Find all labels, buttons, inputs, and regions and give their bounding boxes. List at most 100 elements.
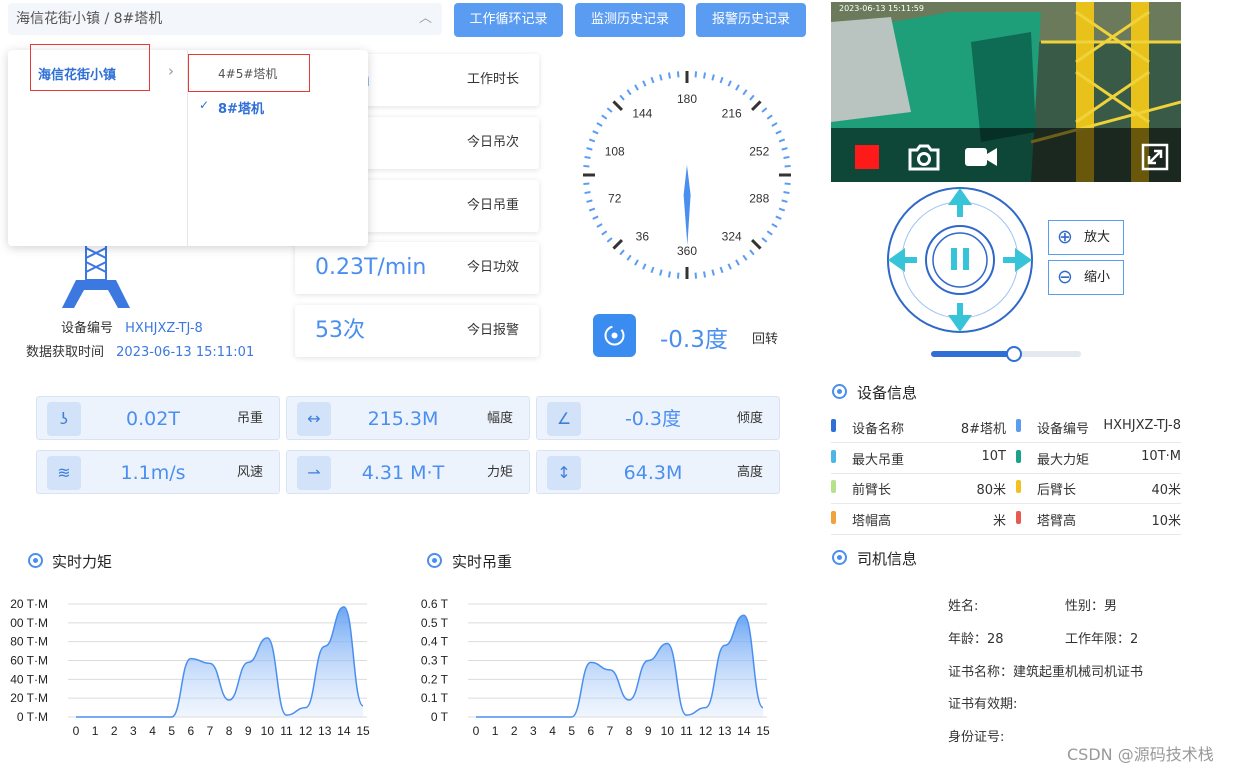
compass-tick	[703, 72, 707, 79]
x-tick-label: 15	[356, 724, 370, 738]
stat-card: ⇀ 4.31 M·T 力矩	[286, 450, 530, 494]
compass-needle	[683, 165, 691, 245]
device-info-title: 设备信息	[857, 384, 918, 402]
info-label: 塔帽高	[852, 514, 892, 529]
compass-tick	[659, 74, 663, 81]
x-tick-label: 4	[549, 724, 556, 738]
x-tick-label: 2	[511, 724, 518, 738]
compass-tick	[584, 155, 591, 159]
compass-tick	[711, 269, 715, 276]
compass-tick	[694, 272, 698, 279]
compass-tick	[606, 237, 613, 243]
compass-tick	[749, 249, 755, 256]
cascader-option-crane-4-5[interactable]: 4#5#塔机	[218, 65, 277, 82]
series-area	[476, 615, 763, 717]
work-cycle-button[interactable]: 工作循环记录	[454, 3, 563, 37]
compass-tick	[778, 207, 786, 212]
compass-tick	[742, 89, 748, 96]
stat-value: -0.3度	[624, 408, 682, 430]
compass-tick	[771, 223, 778, 228]
compass-tick	[778, 138, 786, 143]
driver-cert-name: 证书名称：建筑起重机械司机证书	[948, 665, 1144, 680]
compass-tick	[588, 207, 596, 212]
compass-tick	[586, 147, 593, 151]
compass-tick	[667, 271, 671, 278]
y-tick-label: 60 T·M	[10, 654, 48, 668]
stat-value: 1.1m/s	[120, 462, 186, 484]
hook-icon: ʖ	[47, 402, 81, 436]
y-tick-label: 0 T·M	[17, 710, 48, 724]
record-stop-icon[interactable]	[855, 145, 879, 169]
compass-tick	[784, 182, 791, 186]
zoom-in-label: 放大	[1084, 230, 1111, 245]
stat-card: ≋ 1.1m/s 风速	[36, 450, 280, 494]
legend-dot	[1016, 511, 1021, 524]
alarm-history-button[interactable]: 报警历史记录	[696, 3, 806, 37]
camera-feed[interactable]: 2023-06-13 15:11:59	[831, 2, 1181, 182]
compass-label: 180	[677, 92, 697, 106]
compass-tick	[784, 164, 791, 168]
slider-handle[interactable]	[1005, 346, 1022, 362]
stat-label: 力矩	[486, 465, 513, 480]
metric-value: 0.23T/min	[315, 255, 427, 280]
zoom-in-button[interactable]: ⊕ 放大	[1048, 220, 1124, 255]
legend-dot	[831, 480, 836, 493]
slider-fill	[931, 351, 1014, 357]
driver-age: 年龄：28	[948, 632, 1004, 647]
zoom-out-button[interactable]: ⊖ 缩小	[1048, 260, 1124, 295]
data-time-value: 2023-06-13 15:11:01	[116, 345, 255, 360]
info-value: 8#塔机	[960, 422, 1006, 437]
height-icon: ↕	[547, 456, 581, 490]
load-chart: 0.6 T0.5 T0.4 T0.3 T0.2 T0.1 T0 T0 1 2 3 4 5 6…	[421, 597, 770, 738]
speed-slider[interactable]	[931, 346, 1081, 362]
info-value: HXHJXZ-TJ-8	[1103, 418, 1181, 433]
section-icon	[28, 553, 43, 568]
compass-tick	[588, 138, 596, 143]
info-value: 40米	[1151, 483, 1181, 498]
compass-tick	[642, 263, 647, 270]
compass-tick	[783, 155, 790, 159]
rotation-compass: 180 216 252 288 324 360 36 72 108 144	[583, 71, 791, 279]
construction-scene-image	[831, 2, 1181, 182]
info-label: 设备编号	[1037, 422, 1090, 437]
torque-chart: 20 T·M 00 T·M 80 T·M 60 T·M 40 T·M 20 T·M 0 T·…	[10, 597, 370, 738]
device-id-value: HXHJXZ-TJ-8	[125, 321, 203, 336]
tower-crane-icon	[62, 240, 130, 308]
stat-value: 215.3M	[367, 408, 439, 430]
legend-dot	[1016, 450, 1021, 463]
compass-tick	[650, 76, 655, 84]
stat-card: ↕ 64.3M 高度	[536, 450, 780, 494]
cascader-option-site[interactable]: 海信花街小镇	[38, 64, 116, 83]
compass-tick	[612, 238, 624, 250]
compass-tick	[735, 84, 740, 91]
compass-tick	[781, 199, 788, 203]
metric-label: 今日吊次	[466, 135, 519, 150]
compass-tick	[750, 238, 762, 250]
stat-value: 4.31 M·T	[361, 462, 445, 484]
camera-snapshot-icon[interactable]	[907, 142, 941, 172]
zoom-out-icon: ⊖	[1057, 266, 1073, 288]
watermark: CSDN @源码技术栈	[1067, 745, 1214, 764]
site-cascader[interactable]: 海信花街小镇 / 8#塔机 ︿	[8, 3, 442, 35]
x-tick-label: 6	[187, 724, 194, 738]
x-tick-label: 14	[737, 724, 751, 738]
ptz-control[interactable]	[885, 185, 1035, 335]
y-tick-label: 0.5 T	[421, 616, 449, 630]
compass-tick	[711, 74, 715, 81]
video-record-icon[interactable]	[964, 144, 998, 170]
monitor-history-button[interactable]: 监测历史记录	[575, 3, 685, 37]
fullscreen-icon[interactable]	[1141, 143, 1169, 171]
stat-label: 幅度	[486, 411, 513, 426]
x-tick-label: 12	[299, 724, 313, 738]
legend-dot	[1016, 419, 1021, 432]
data-time-row: 数据获取时间 2023-06-13 15:11:01	[26, 341, 254, 360]
compass-label: 36	[636, 229, 650, 243]
cascader-option-crane-8[interactable]: 8#塔机	[218, 98, 264, 117]
compass-tick	[586, 199, 593, 203]
compass-label: 252	[749, 145, 769, 159]
x-tick-label: 15	[756, 724, 770, 738]
y-tick-label: 20 T·M	[10, 691, 48, 705]
x-tick-label: 10	[261, 724, 275, 738]
stat-card: ↔ 215.3M 幅度	[286, 396, 530, 440]
y-tick-label: 0 T	[431, 710, 449, 724]
